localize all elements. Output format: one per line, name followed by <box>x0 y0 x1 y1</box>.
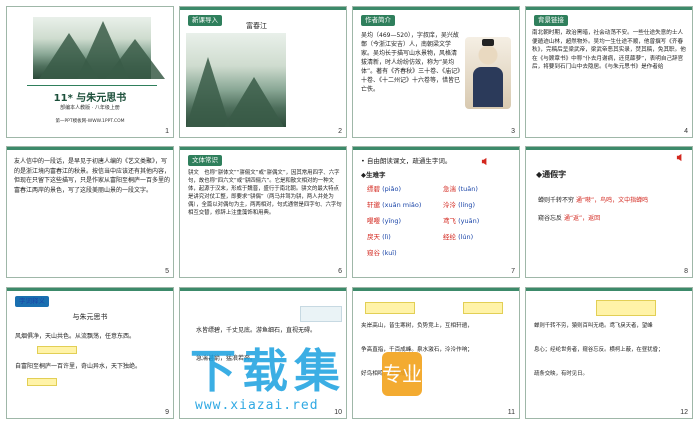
slide-number: 10 <box>334 409 342 416</box>
slide-number: 4 <box>684 128 688 135</box>
slide-8-heading: ◆通假字 <box>536 170 567 179</box>
list-item: 嘤嘤 (yīng) <box>367 217 402 225</box>
slide-number: 1 <box>165 128 169 135</box>
slide-10-line-2: 急湍甚箭，猛浪若奔。 <box>196 355 257 362</box>
slide-thumbnail-9[interactable]: 字词释义 与朱元思书 风烟俱净，天山共色。从流飘荡，任意东西。 自富阳至桐庐一百… <box>6 287 174 419</box>
slide-number: 2 <box>338 128 342 135</box>
slide-12-line-1: 蝉则千转不穷，猿则百叫无绝。鸢飞戾天者，望峰 <box>534 323 653 329</box>
list-item: 鸢飞 (yuān) <box>443 217 480 225</box>
slide-thumbnail-1[interactable]: 11* 与朱元思书 部编本人教版 · 八年级上册 第一PPT模板网-WWW.1P… <box>6 6 174 138</box>
slide-thumbnail-8[interactable]: ◆通假字 蝉则千转不穷 通“啭”，鸟鸣，文中指蝉鸣 窥谷忘反 通“返”，返回 8 <box>525 146 693 278</box>
landscape-painting <box>186 33 286 127</box>
speaker-icon[interactable] <box>676 153 685 162</box>
slide-3-tag: 作者简介 <box>361 15 395 26</box>
slide-thumbnail-12[interactable]: 蝉则千转不穷，猿则百叫无绝。鸢飞戾天者，望峰 息心；经纶世务者，窥谷忘反。横柯上… <box>525 287 693 419</box>
slide-8-line-1: 蝉则千转不穷 通“啭”，鸟鸣，文中指蝉鸣 <box>538 197 649 204</box>
annotation <box>37 346 77 354</box>
slide-10-line-1: 水皆缥碧，千丈见底。游鱼细石，直视无碍。 <box>196 327 317 334</box>
slide-6-tag: 文体常识 <box>188 155 222 166</box>
slide-thumbnail-11[interactable]: 夹岸高山，皆生寒树，负势竞上，互相轩邈， 争高直指，千百成峰。泉水激石，泠泠作响… <box>352 287 520 419</box>
list-item: 缥碧 (piǎo) <box>367 185 402 193</box>
slide-9-title: 与朱元思书 <box>72 313 108 321</box>
slide-number: 8 <box>684 268 688 275</box>
list-item: 经纶 (lún) <box>443 233 474 241</box>
slide-2-tag: 新课导入 <box>188 15 222 26</box>
slide-9-line-1: 风烟俱净，天山共色。从流飘荡，任意东西。 <box>15 333 136 340</box>
slide-number: 6 <box>338 268 342 275</box>
slide-thumbnail-2[interactable]: 新课导入 富春江 2 <box>179 6 347 138</box>
slide-4-tag: 背景链接 <box>534 15 568 26</box>
slide-number: 3 <box>511 128 515 135</box>
slide-thumbnail-10[interactable]: 水皆缥碧，千丈见底。游鱼细石，直视无碍。 急湍甚箭，猛浪若奔。 10 <box>179 287 347 419</box>
slide-9-line-2: 自富阳至桐庐一百许里，奇山异水，天下独绝。 <box>15 363 142 370</box>
list-item: 轩邈 (xuān miǎo) <box>367 201 422 209</box>
slide-8-line-2: 窥谷忘反 通“返”，返回 <box>538 215 601 222</box>
slide-thumbnail-grid: 11* 与朱元思书 部编本人教版 · 八年级上册 第一PPT模板网-WWW.1P… <box>0 0 700 431</box>
slide-number: 5 <box>165 268 169 275</box>
slide-11-line-2: 争高直指，千百成峰。泉水激石，泠泠作响； <box>361 347 473 353</box>
slide-number: 12 <box>680 409 688 416</box>
landscape-painting <box>33 17 165 79</box>
slide-6-text: 骈文 也称“骈体文”“骈俪文”或“骈偶文”，因其常用四字、六字句，故也称“四六文… <box>188 170 342 216</box>
slide-1-footer: 第一PPT模板网-WWW.1PPT.COM <box>55 119 125 124</box>
slide-1-subtitle: 部编本人教版 · 八年级上册 <box>60 105 120 111</box>
speaker-icon[interactable] <box>481 157 490 166</box>
list-item: 急湍 (tuān) <box>443 185 478 193</box>
slide-7-bullet: • 自由朗读课文，疏通生字词。 <box>361 157 452 165</box>
slide-11-line-3: 好鸟相鸣，嘤嘤成韵。 <box>361 371 417 377</box>
slide-11-line-1: 夹岸高山，皆生寒树，负势竞上，互相轩邈， <box>361 323 473 329</box>
slide-7-heading: ◆生难字 <box>361 171 386 179</box>
slide-number: 7 <box>511 268 515 275</box>
slide-12-line-2: 息心；经纶世务者，窥谷忘反。横柯上蔽，在昼犹昏； <box>534 347 664 353</box>
slide-thumbnail-3[interactable]: 作者简介 吴均（469—520），字叔庠，吴兴故鄣（今浙江安吉）人，南朝梁文学家… <box>352 6 520 138</box>
annotation <box>463 302 503 314</box>
slide-number: 11 <box>507 409 515 416</box>
annotation <box>300 306 342 322</box>
slide-2-title: 富春江 <box>246 22 267 30</box>
slide-12-line-3: 疏条交映，有时见日。 <box>534 371 588 377</box>
annotation <box>596 300 656 316</box>
slide-thumbnail-4[interactable]: 背景链接 南北朝时期，政治黑暗，社会动荡不安。一些仕途失意的士人便遁迹山林，超然… <box>525 6 693 138</box>
slide-1-title: 11* 与朱元思书 <box>53 93 127 104</box>
annotation <box>27 378 57 386</box>
list-item: 泠泠 (líng) <box>443 201 476 209</box>
slide-number: 9 <box>165 409 169 416</box>
slide-thumbnail-7[interactable]: • 自由朗读课文，疏通生字词。 ◆生难字 缥碧 (piǎo) 急湍 (tuān)… <box>352 146 520 278</box>
portrait-image <box>465 37 511 109</box>
slide-4-text: 南北朝时期，政治黑暗，社会动荡不安。一些仕途失意的士人便遁迹山林，超然物外。吴均… <box>532 30 686 70</box>
list-item: 窥谷 (kuī) <box>367 249 397 257</box>
slide-thumbnail-6[interactable]: 文体常识 骈文 也称“骈体文”“骈俪文”或“骈偶文”，因其常用四字、六字句，故也… <box>179 146 347 278</box>
slide-thumbnail-5[interactable]: 友人信中的一段话，是早见于初唐人编的《艺文类聚》，写的是浙江境内富春江的秋景。按… <box>6 146 174 278</box>
slide-3-text: 吴均（469—520），字叔庠，吴兴故鄣（今浙江安吉）人，南朝梁文学家。吴均长于… <box>361 32 461 93</box>
annotation <box>365 302 415 314</box>
slide-5-text: 友人信中的一段话，是早见于初唐人编的《艺文类聚》，写的是浙江境内富春江的秋景。按… <box>14 158 171 194</box>
list-item: 戾天 (lì) <box>367 233 391 241</box>
slide-9-tag: 字词释义 <box>15 296 49 307</box>
